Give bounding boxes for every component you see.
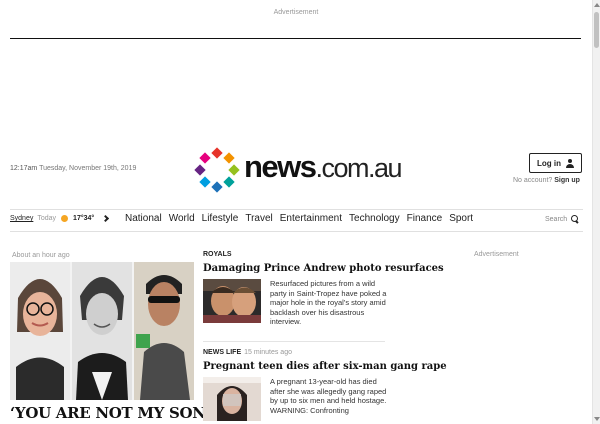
scroll-up-icon[interactable] — [594, 3, 600, 7]
story-kicker-label: NEWS LIFE — [203, 349, 242, 356]
lead-story-image[interactable] — [10, 262, 194, 400]
logo-dots-icon — [194, 147, 240, 193]
scrollbar-thumb[interactable] — [594, 12, 599, 48]
nav-item-technology[interactable]: Technology — [349, 213, 400, 224]
advertisement-label: Advertisement — [474, 251, 519, 258]
ad-divider — [10, 38, 581, 39]
header-datetime: 12:17am Tuesday, November 19th, 2019 — [10, 165, 136, 172]
advertisement-label: Advertisement — [273, 9, 319, 16]
lead-story-headline[interactable]: ‘YOU ARE NOT MY SON’: — [10, 404, 216, 422]
story-kicker: NEWS LIFE 15 minutes ago — [203, 349, 292, 356]
logo-wordmark: news.com.au — [244, 149, 403, 184]
nav-item-entertainment[interactable]: Entertainment — [280, 213, 342, 224]
story-headline[interactable]: Pregnant teen dies after six-man gang ra… — [203, 361, 447, 372]
site-logo[interactable]: news.com.au — [194, 147, 406, 193]
logo-dot — [223, 176, 235, 188]
logo-main: news — [244, 149, 317, 184]
header-date: Tuesday, November 19th, 2019 — [39, 165, 137, 172]
story-divider — [203, 341, 385, 342]
weather-widget[interactable]: Sydney Today 17°34° — [10, 214, 110, 223]
login-label: Log in — [537, 158, 561, 168]
logo-dot — [211, 181, 223, 193]
logo-dot — [194, 164, 206, 176]
story-headline[interactable]: Damaging Prince Andrew photo resurfaces — [203, 263, 444, 274]
logo-suffix: .com.au — [315, 153, 403, 183]
scroll-down-icon[interactable] — [594, 417, 600, 421]
logo-dot — [228, 164, 240, 176]
story-time-ago: 15 minutes ago — [244, 349, 292, 356]
chevron-right-icon[interactable] — [102, 214, 110, 223]
nav-item-travel[interactable]: Travel — [245, 213, 272, 224]
lead-story-time: About an hour ago — [12, 252, 70, 259]
nav-divider-bottom — [10, 231, 583, 232]
story-thumbnail[interactable] — [203, 279, 261, 323]
story-kicker: ROYALS — [203, 251, 235, 258]
story-thumbnail[interactable] — [203, 377, 261, 421]
story-blurb: A pregnant 13-year-old has died after sh… — [270, 377, 387, 415]
no-account-text: No account? — [513, 177, 553, 184]
no-account-prompt: No account? Sign up — [513, 177, 580, 184]
nav-item-sport[interactable]: Sport — [449, 213, 473, 224]
logo-dot — [199, 176, 211, 188]
sun-icon — [61, 215, 69, 222]
login-button[interactable]: Log in — [529, 153, 582, 173]
vertical-scrollbar[interactable] — [592, 0, 600, 424]
weather-city[interactable]: Sydney — [10, 215, 33, 222]
story-blurb: Resurfaced pictures from a wild party in… — [270, 279, 387, 326]
search-button[interactable]: Search — [545, 215, 579, 223]
nav-item-finance[interactable]: Finance — [407, 213, 443, 224]
weather-day: Today — [37, 215, 57, 222]
nav-item-lifestyle[interactable]: Lifestyle — [202, 213, 239, 224]
nav-divider-top — [10, 209, 583, 210]
search-icon — [571, 215, 579, 223]
logo-dot — [199, 152, 211, 164]
weather-temps: 17°34° — [73, 215, 95, 222]
search-label: Search — [545, 215, 568, 223]
logo-dot — [223, 152, 235, 164]
main-nav: National World Lifestyle Travel Entertai… — [125, 213, 473, 224]
signup-link[interactable]: Sign up — [554, 177, 580, 184]
nav-item-national[interactable]: National — [125, 213, 162, 224]
user-icon — [566, 158, 574, 168]
story-kicker-label: ROYALS — [203, 251, 232, 258]
nav-item-world[interactable]: World — [169, 213, 195, 224]
logo-dot — [211, 147, 223, 159]
header-time: 12:17am — [10, 165, 38, 172]
